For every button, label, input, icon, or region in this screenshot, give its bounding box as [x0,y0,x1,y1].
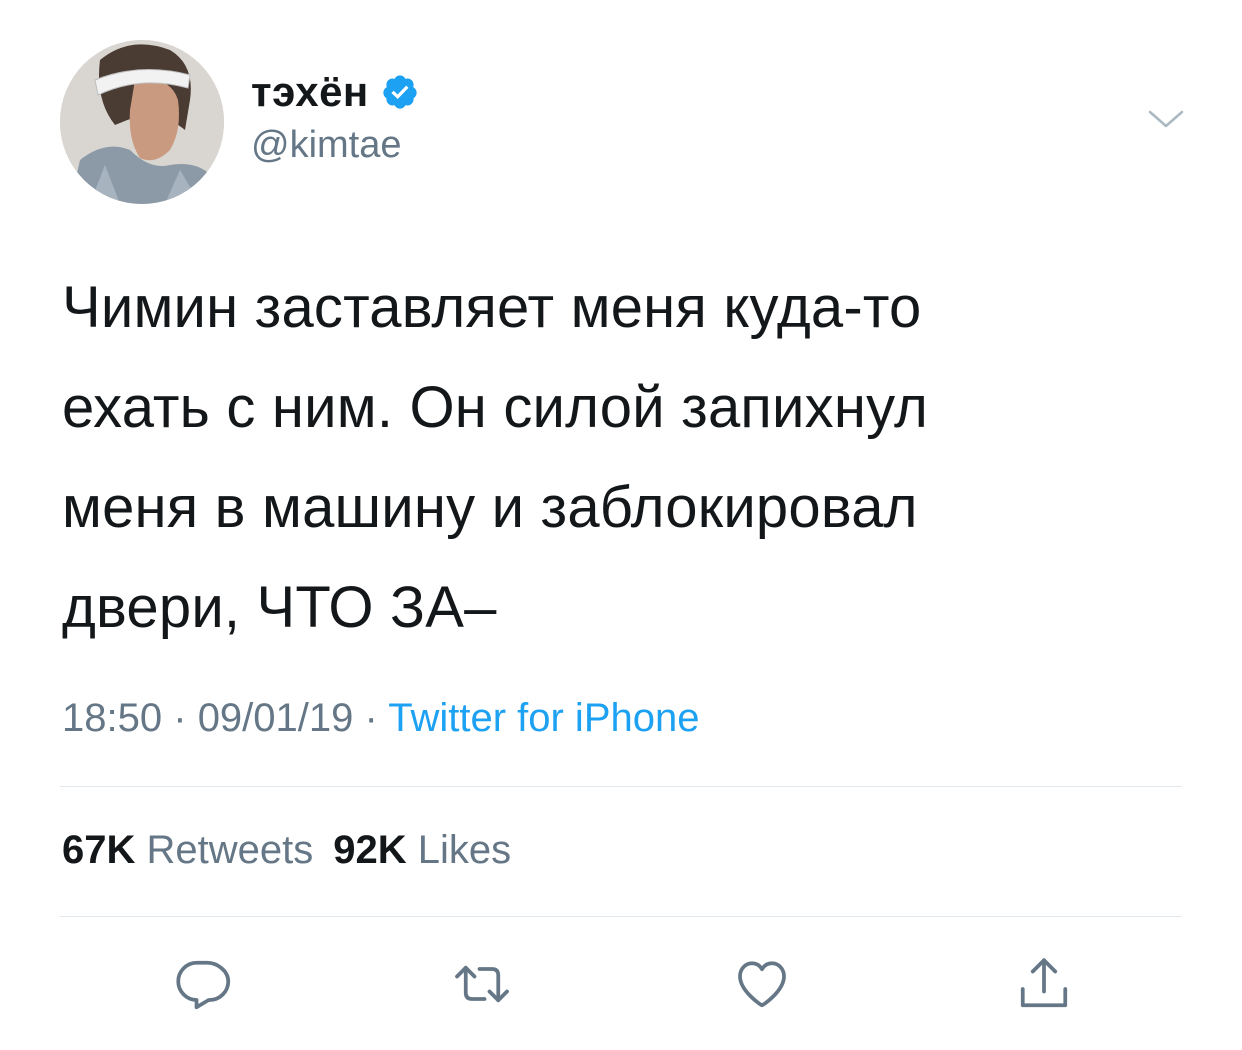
tweet-stats: 67K Retweets 92K Likes [62,828,511,873]
avatar[interactable] [60,40,224,204]
share-icon [1020,958,1068,1008]
reply-icon [176,960,231,1010]
retweet-icon [455,965,509,1003]
retweet-button[interactable] [450,952,514,1016]
tweet-text: Чимин заставляет меня куда-то ехать с ним… [62,258,1182,658]
likes-count: 92K [333,828,407,872]
tweet-detail: тэхён @kimtae Чимин заставляет меня куда… [0,0,1242,1050]
display-name[interactable]: тэхён [251,68,369,116]
divider [60,916,1182,917]
meta-separator: · [364,696,378,740]
reply-button[interactable] [170,952,234,1016]
tweet-time: 18:50 [62,696,163,740]
tweet-text-line: ехать с ним. Он силой запихнул [62,375,929,440]
verified-badge-icon [383,75,417,109]
tweet-source-link[interactable]: Twitter for iPhone [388,696,699,740]
chevron-down-icon[interactable] [1146,104,1186,134]
tweet-text-line: двери, ЧТО ЗА– [62,575,497,640]
like-button[interactable] [730,952,794,1016]
meta-separator: · [173,696,187,740]
tweet-date: 09/01/19 [197,696,354,740]
divider [60,786,1182,787]
author-handle[interactable]: @kimtae [251,124,402,167]
retweets-stat[interactable]: 67K Retweets [62,828,313,872]
tweet-text-line: меня в машину и заблокировал [62,475,918,540]
retweets-label: Retweets [146,828,314,872]
retweets-count: 67K [62,828,136,872]
share-button[interactable] [1012,952,1076,1016]
likes-stat[interactable]: 92K Likes [333,828,511,872]
tweet-meta: 18:50 · 09/01/19 · Twitter for iPhone [62,696,699,741]
avatar-photo [60,40,224,204]
heart-icon [738,961,786,1008]
likes-label: Likes [417,828,512,872]
tweet-text-line: Чимин заставляет меня куда-то [62,275,922,340]
author-name-row[interactable]: тэхён [251,66,419,118]
